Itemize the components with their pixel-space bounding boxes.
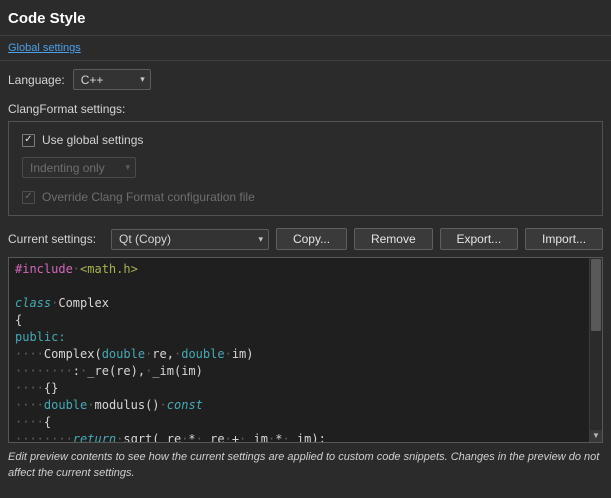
use-global-settings-checkbox[interactable]: ✓ Use global settings	[22, 133, 589, 147]
code-content[interactable]: #include·<math.h> class·Complex{public:·…	[9, 258, 588, 442]
footer-note: Edit preview contents to see how the cur…	[8, 450, 603, 482]
import-button[interactable]: Import...	[525, 228, 603, 250]
code-style-page: Code Style Global settings Language: C++…	[0, 0, 611, 498]
indenting-combo-value: Indenting only	[30, 161, 105, 175]
code-line: public:	[15, 329, 588, 346]
global-settings-link[interactable]: Global settings	[8, 42, 81, 54]
chevron-down-icon: ▾	[259, 235, 264, 244]
code-line: ····{	[15, 414, 588, 431]
chevron-down-icon: ▼	[592, 432, 600, 440]
current-settings-combo-value: Qt (Copy)	[119, 232, 171, 246]
clangformat-settings-label: ClangFormat settings:	[8, 102, 603, 116]
code-line: {	[15, 312, 588, 329]
copy-button[interactable]: Copy...	[276, 228, 347, 250]
code-line: ····double·modulus()·const	[15, 397, 588, 414]
language-label: Language:	[8, 73, 65, 87]
clangformat-groupbox: ✓ Use global settings Indenting only ▾ ✓…	[8, 121, 603, 216]
vertical-scrollbar[interactable]: ▼	[589, 258, 602, 442]
indenting-combo: Indenting only ▾	[22, 157, 136, 178]
override-clangformat-label: Override Clang Format configuration file	[42, 190, 255, 204]
chevron-down-icon: ▾	[140, 75, 145, 84]
export-button[interactable]: Export...	[440, 228, 519, 250]
language-row: Language: C++ ▾	[8, 69, 603, 90]
code-line	[15, 278, 588, 295]
chevron-down-icon: ▾	[125, 163, 130, 172]
language-combo[interactable]: C++ ▾	[73, 69, 151, 90]
override-clangformat-checkbox: ✓ Override Clang Format configuration fi…	[22, 190, 589, 204]
page-title: Code Style	[8, 10, 603, 27]
code-line: #include·<math.h>	[15, 261, 588, 278]
code-line: ····{}	[15, 380, 588, 397]
current-settings-combo[interactable]: Qt (Copy) ▾	[111, 229, 269, 250]
separator	[0, 35, 611, 36]
code-line: ········:·_re(re),·_im(im)	[15, 363, 588, 380]
separator	[0, 60, 611, 61]
use-global-settings-label: Use global settings	[42, 133, 143, 147]
current-settings-row: Current settings: Qt (Copy) ▾ Copy... Re…	[8, 228, 603, 250]
code-preview-editor[interactable]: #include·<math.h> class·Complex{public:·…	[8, 257, 603, 443]
scroll-down-button[interactable]: ▼	[590, 429, 602, 442]
vertical-scrollbar-thumb[interactable]	[591, 259, 601, 331]
remove-button[interactable]: Remove	[354, 228, 433, 250]
checkbox-checked-icon: ✓	[22, 134, 35, 147]
code-line: ········return·sqrt(_re·*·_re·+·_im·*·_i…	[15, 431, 588, 442]
current-settings-label: Current settings:	[8, 232, 96, 246]
code-line: class·Complex	[15, 295, 588, 312]
language-combo-value: C++	[81, 73, 104, 87]
code-line: ····Complex(double·re,·double·im)	[15, 346, 588, 363]
checkbox-checked-icon: ✓	[22, 191, 35, 204]
